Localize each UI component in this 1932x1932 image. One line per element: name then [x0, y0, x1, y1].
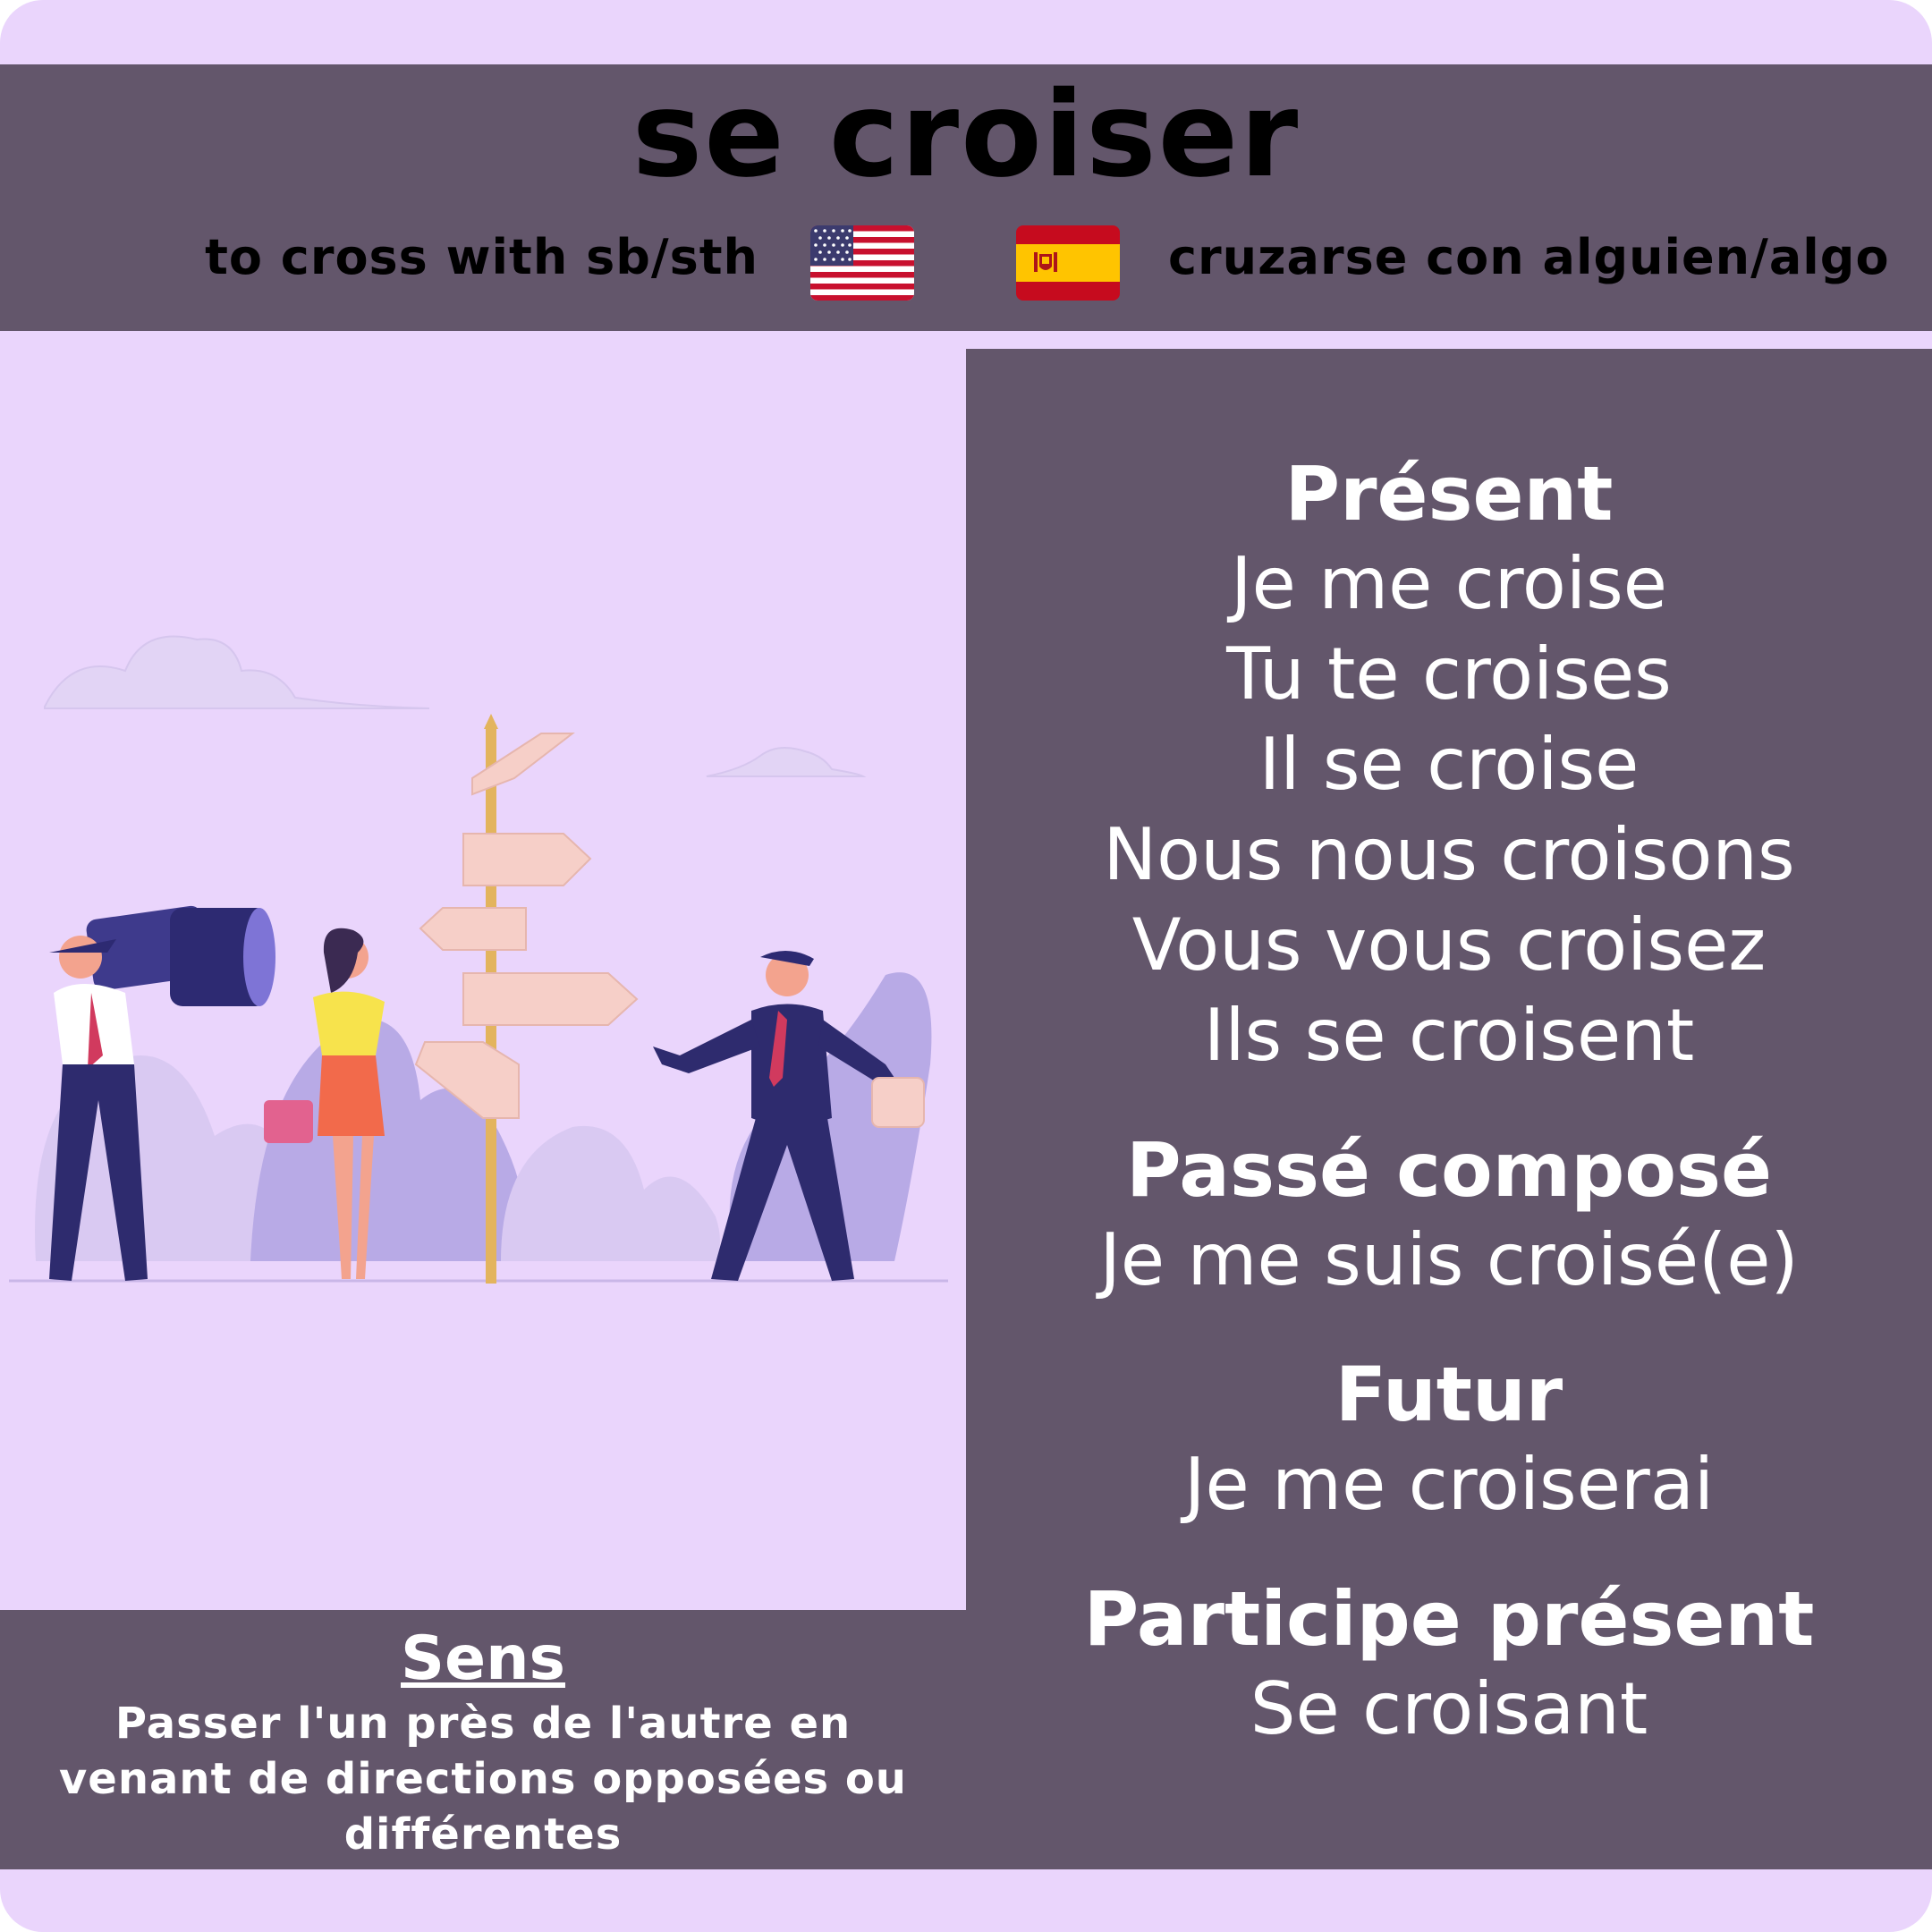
meaning-text: Passer l'un près de l'autre en venant de…: [59, 1699, 907, 1860]
participe-present-form: Se croisant: [1250, 1667, 1648, 1750]
verb-title: se croiser: [631, 66, 1301, 204]
futur-block: Futur Je me croiserai: [966, 1350, 1932, 1530]
present-form-ils: Ils se croisent: [1203, 994, 1695, 1077]
us-flag-icon: [810, 225, 914, 301]
crossroads-illustration: [9, 635, 948, 1284]
verb-card: se croiser to cross with sb/sth cruzarse…: [0, 0, 1932, 1932]
present-form-je: Je me croise: [1230, 542, 1667, 625]
meaning-panel: Sens Passer l'un près de l'autre en vena…: [0, 1610, 966, 1869]
present-form-il: Il se croise: [1258, 723, 1640, 806]
passe-compose-block: Passé composé Je me suis croisé(e): [966, 1125, 1932, 1305]
present-label: Présent: [1284, 450, 1614, 538]
conjugation-panel: Présent Je me croise Tu te croises Il se…: [966, 349, 1932, 1869]
present-tense-block: Présent Je me croise Tu te croises Il se…: [966, 449, 1932, 1080]
futur-label: Futur: [1335, 1351, 1563, 1438]
english-translation: to cross with sb/sth: [205, 229, 758, 285]
present-form-tu: Tu te croises: [1226, 632, 1672, 716]
present-form-vous: Vous vous croisez: [1131, 903, 1767, 987]
meaning-label: Sens: [401, 1623, 565, 1694]
passe-compose-label: Passé composé: [1125, 1126, 1773, 1214]
participe-present-block: Participe présent Se croisant: [966, 1574, 1932, 1754]
spain-flag-icon: [1016, 225, 1120, 301]
spanish-translation: cruzarse con alguien/algo: [1168, 229, 1890, 285]
futur-form: Je me croiserai: [1183, 1443, 1715, 1526]
present-form-nous: Nous nous croisons: [1103, 813, 1795, 896]
participe-present-label: Participe présent: [1083, 1575, 1815, 1663]
passe-compose-form: Je me suis croisé(e): [1099, 1218, 1799, 1301]
